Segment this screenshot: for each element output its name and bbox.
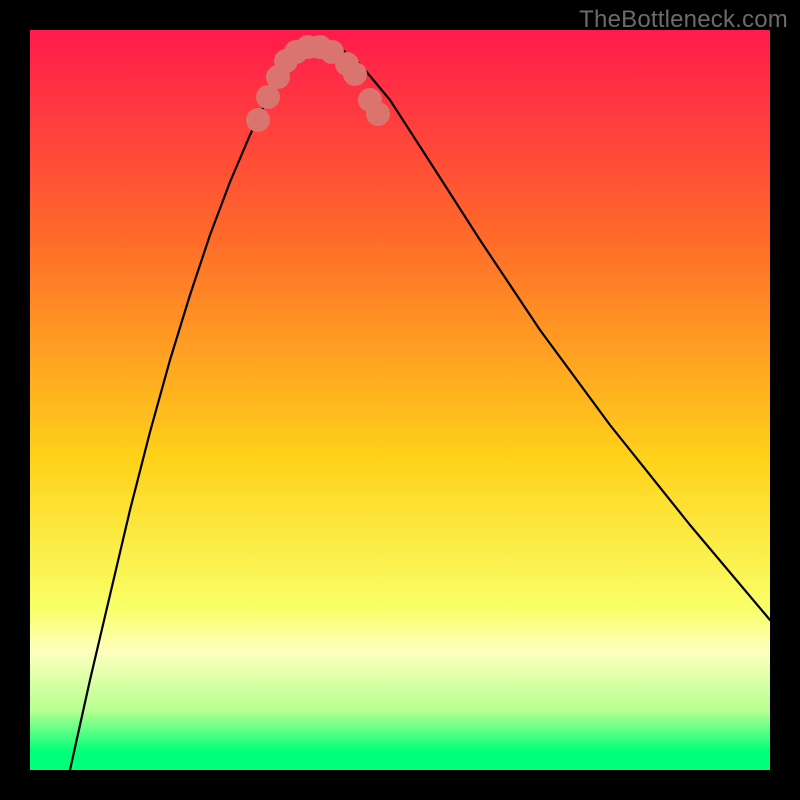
gradient-background <box>30 30 770 770</box>
curve-marker <box>366 102 390 126</box>
curve-marker <box>246 108 270 132</box>
bottleneck-plot-svg <box>30 30 770 770</box>
plot-area <box>30 30 770 770</box>
chart-frame: TheBottleneck.com <box>0 0 800 800</box>
curve-marker <box>343 62 367 86</box>
